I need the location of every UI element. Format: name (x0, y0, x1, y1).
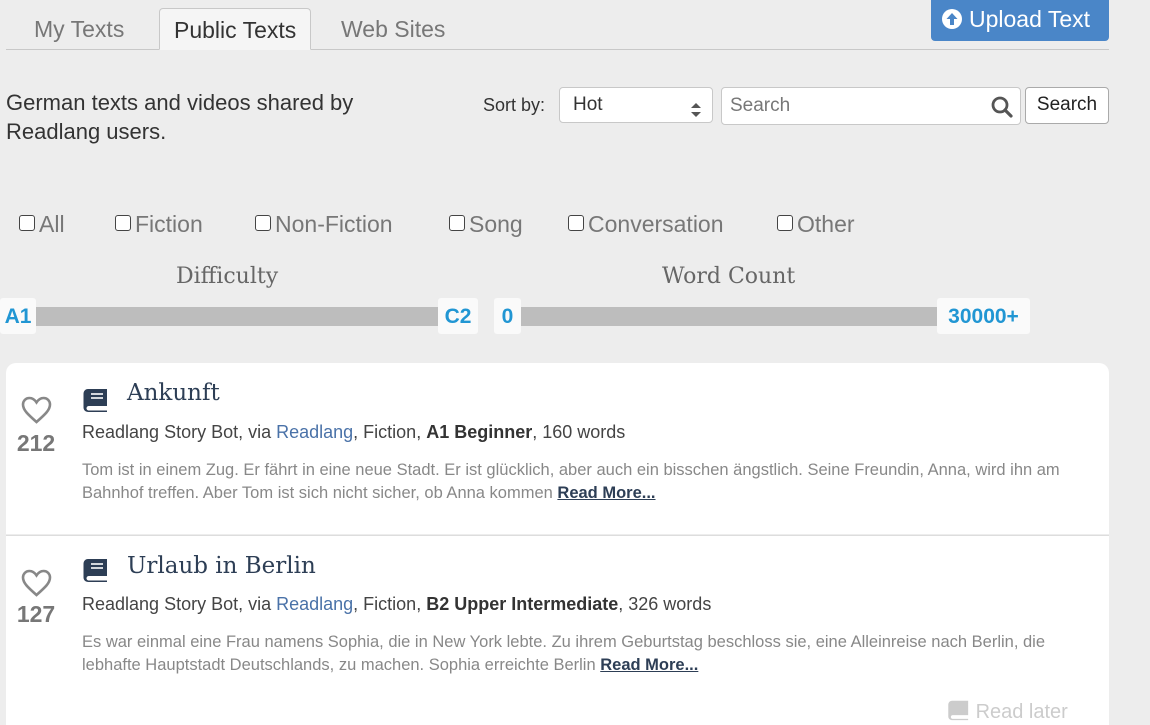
filter-label: All (39, 211, 65, 237)
search-input[interactable] (722, 88, 982, 124)
like-count: 212 (16, 430, 56, 456)
read-later-button[interactable]: Read later (946, 699, 1068, 724)
word-count-max-handle[interactable]: 30000+ (937, 298, 1030, 334)
filter-label: Conversation (588, 211, 724, 237)
heart-icon[interactable] (21, 569, 52, 602)
book-icon (946, 700, 970, 723)
level: A1 Beginner (426, 422, 533, 442)
filter-label: Song (469, 211, 523, 237)
search-button[interactable]: Search (1025, 87, 1109, 124)
excerpt-text: Es war einmal eine Frau namens Sophia, d… (82, 633, 1046, 674)
tab-public-texts[interactable]: Public Texts (159, 8, 312, 50)
text-card: 212 Ankunft Readlang Story Bot, via Read… (6, 363, 1109, 534)
text-title[interactable]: Ankunft (127, 380, 220, 406)
book-icon (81, 557, 109, 588)
select-arrows-icon (690, 97, 702, 131)
search-icon[interactable] (991, 96, 1013, 123)
sort-select[interactable]: Hot (559, 87, 713, 123)
read-more-link[interactable]: Read More... (557, 484, 655, 502)
text-meta: Readlang Story Bot, via Readlang, Fictio… (82, 594, 711, 615)
read-later-label: Read later (975, 701, 1068, 723)
filter-other[interactable]: Other (777, 211, 855, 237)
source-link[interactable]: Readlang (276, 594, 353, 614)
author: Readlang Story Bot, via (82, 594, 277, 614)
checkbox-non-fiction[interactable] (255, 215, 271, 231)
checkbox-conversation[interactable] (568, 215, 584, 231)
genre: , Fiction, (353, 422, 427, 442)
filter-all[interactable]: All (19, 211, 65, 237)
word-count-title: Word Count (662, 264, 796, 289)
text-meta: Readlang Story Bot, via Readlang, Fictio… (82, 422, 625, 443)
search-field (721, 87, 1021, 125)
tab-my-texts[interactable]: My Texts (20, 8, 138, 49)
like-count: 127 (16, 601, 56, 627)
level: B2 Upper Intermediate (426, 594, 619, 614)
page-description: German texts and videos shared by Readla… (6, 90, 354, 144)
text-title[interactable]: Urlaub in Berlin (127, 553, 316, 579)
filter-song[interactable]: Song (449, 211, 523, 237)
text-card: 127 Urlaub in Berlin Readlang Story Bot,… (6, 535, 1109, 725)
word-count: , 160 words (532, 422, 626, 442)
filter-non-fiction[interactable]: Non-Fiction (255, 211, 393, 237)
word-count-slider-track[interactable] (521, 307, 937, 326)
checkbox-song[interactable] (449, 215, 465, 231)
word-count: , 326 words (618, 594, 712, 614)
difficulty-max-handle[interactable]: C2 (438, 298, 478, 334)
source-link[interactable]: Readlang (276, 422, 353, 442)
book-icon (81, 387, 109, 418)
sort-selected-value: Hot (573, 94, 603, 115)
difficulty-title: Difficulty (176, 264, 279, 289)
tab-web-sites[interactable]: Web Sites (327, 8, 459, 49)
filter-label: Other (797, 211, 855, 237)
upload-text-button[interactable]: Upload Text (931, 0, 1109, 41)
heart-icon[interactable] (21, 396, 52, 429)
difficulty-min-handle[interactable]: A1 (0, 298, 36, 334)
upload-arrow-icon (942, 9, 962, 29)
filter-label: Non-Fiction (275, 211, 393, 237)
genre: , Fiction, (353, 594, 427, 614)
checkbox-other[interactable] (777, 215, 793, 231)
filter-label: Fiction (135, 211, 203, 237)
checkbox-fiction[interactable] (115, 215, 131, 231)
difficulty-slider-track[interactable] (36, 307, 438, 326)
read-more-link[interactable]: Read More... (600, 656, 698, 674)
filter-conversation[interactable]: Conversation (568, 211, 724, 237)
checkbox-all[interactable] (19, 215, 35, 231)
sort-label: Sort by: (483, 95, 546, 115)
word-count-min-handle[interactable]: 0 (494, 298, 521, 334)
text-excerpt: Es war einmal eine Frau namens Sophia, d… (82, 631, 1102, 677)
upload-text-label: Upload Text (969, 6, 1091, 32)
filter-fiction[interactable]: Fiction (115, 211, 203, 237)
author: Readlang Story Bot, via (82, 422, 277, 442)
text-excerpt: Tom ist in einem Zug. Er fährt in eine n… (82, 459, 1102, 505)
